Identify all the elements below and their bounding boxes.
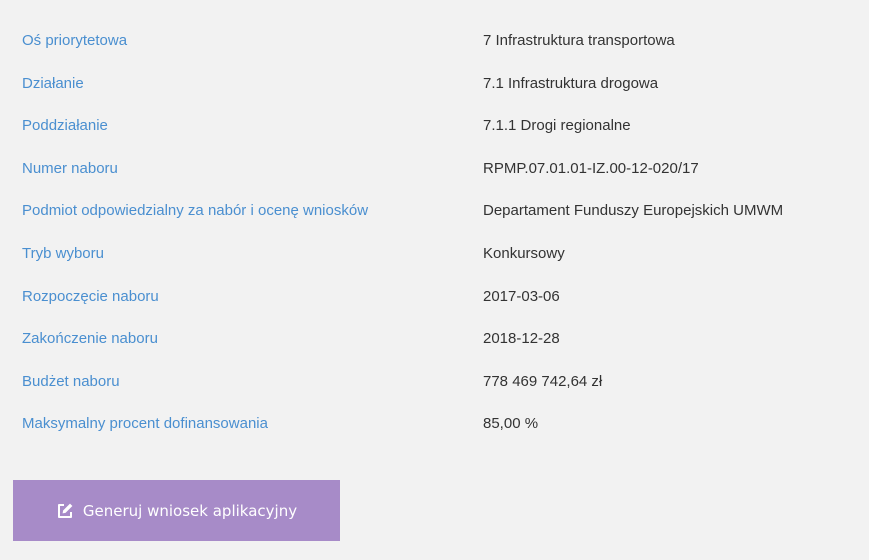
detail-value: 85,00 % [483, 415, 539, 433]
detail-row-call-number: Numer naboru RPMP.07.01.01-IZ.00-12-020/… [22, 148, 869, 191]
detail-label: Rozpoczęcie naboru [22, 287, 159, 305]
detail-label: Poddziałanie [22, 117, 108, 135]
detail-row-selection-mode: Tryb wyboru Konkursowy [22, 233, 869, 276]
detail-value: 7.1.1 Drogi regionalne [483, 117, 631, 135]
detail-value: 778 469 742,64 zł [483, 372, 603, 390]
detail-label: Budżet naboru [22, 372, 120, 390]
call-details-list: Oś priorytetowa 7 Infrastruktura transpo… [22, 20, 869, 446]
edit-icon [56, 502, 74, 520]
detail-label: Tryb wyboru [22, 244, 104, 262]
detail-label: Podmiot odpowiedzialny za nabór i ocenę … [22, 202, 369, 220]
generate-application-label: Generuj wniosek aplikacyjny [82, 501, 298, 520]
detail-label: Zakończenie naboru [22, 330, 158, 348]
detail-label: Numer naboru [22, 159, 118, 177]
detail-label: Działanie [22, 74, 84, 92]
detail-row-responsible-body: Podmiot odpowiedzialny za nabór i ocenę … [22, 190, 869, 233]
detail-value: Departament Funduszy Europejskich UMWM [483, 202, 784, 220]
detail-row-priority-axis: Oś priorytetowa 7 Infrastruktura transpo… [22, 20, 869, 63]
detail-value: 7.1 Infrastruktura drogowa [483, 74, 659, 92]
detail-label: Maksymalny procent dofinansowania [22, 415, 268, 433]
detail-row-action: Działanie 7.1 Infrastruktura drogowa [22, 63, 869, 106]
detail-row-budget: Budżet naboru 778 469 742,64 zł [22, 361, 869, 404]
detail-row-start-date: Rozpoczęcie naboru 2017-03-06 [22, 276, 869, 319]
detail-row-sub-action: Poddziałanie 7.1.1 Drogi regionalne [22, 105, 869, 148]
detail-value: 7 Infrastruktura transportowa [483, 32, 675, 49]
detail-value: RPMP.07.01.01-IZ.00-12-020/17 [483, 159, 699, 177]
detail-row-end-date: Zakończenie naboru 2018-12-28 [22, 318, 869, 361]
detail-label: Oś priorytetowa [22, 32, 128, 49]
detail-value: Konkursowy [483, 244, 565, 262]
generate-application-button[interactable]: Generuj wniosek aplikacyjny [13, 480, 340, 541]
detail-value: 2018-12-28 [483, 330, 560, 348]
call-details-panel: Oś priorytetowa 7 Infrastruktura transpo… [0, 0, 869, 560]
detail-row-max-cofinancing: Maksymalny procent dofinansowania 85,00 … [22, 403, 869, 446]
detail-value: 2017-03-06 [483, 287, 560, 305]
